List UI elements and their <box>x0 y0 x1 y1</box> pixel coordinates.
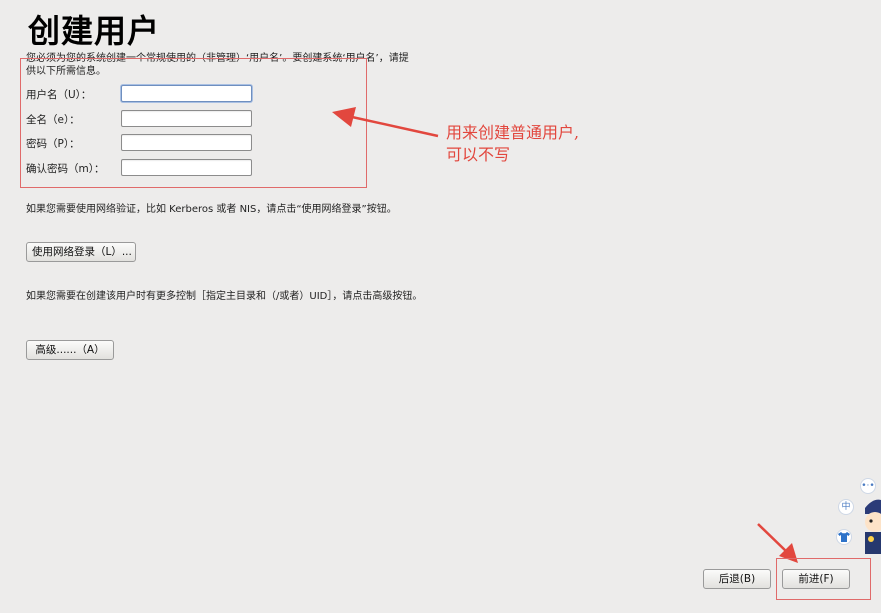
annotation-note-line1: 用来创建普通用户, <box>446 123 580 142</box>
more-dots-icon[interactable]: •·• <box>860 478 876 494</box>
shirt-icon[interactable] <box>836 529 852 545</box>
annotation-forward-highlight <box>776 558 871 600</box>
network-note: 如果您需要使用网络验证，比如 Kerberos 或者 NIS，请点击“使用网络登… <box>26 204 397 215</box>
back-button[interactable]: 后退(B) <box>703 569 771 589</box>
advanced-button[interactable]: 高级......（A） <box>26 340 114 360</box>
assistant-mascot-icon[interactable] <box>863 498 881 554</box>
annotation-note: 用来创建普通用户, 可以不写 <box>446 122 579 166</box>
annotation-form-highlight <box>20 58 367 188</box>
mascot-figure <box>865 499 881 554</box>
network-login-button[interactable]: 使用网络登录（L）... <box>26 242 136 262</box>
page-title: 创建用户 <box>28 12 161 50</box>
shirt-glyph <box>838 532 850 542</box>
ime-chinese-icon[interactable]: 中 <box>838 499 854 515</box>
advanced-note: 如果您需要在创建该用户时有更多控制［指定主目录和（/或者）UID］，请点击高级按… <box>26 291 423 302</box>
annotation-note-line2: 可以不写 <box>446 145 511 164</box>
